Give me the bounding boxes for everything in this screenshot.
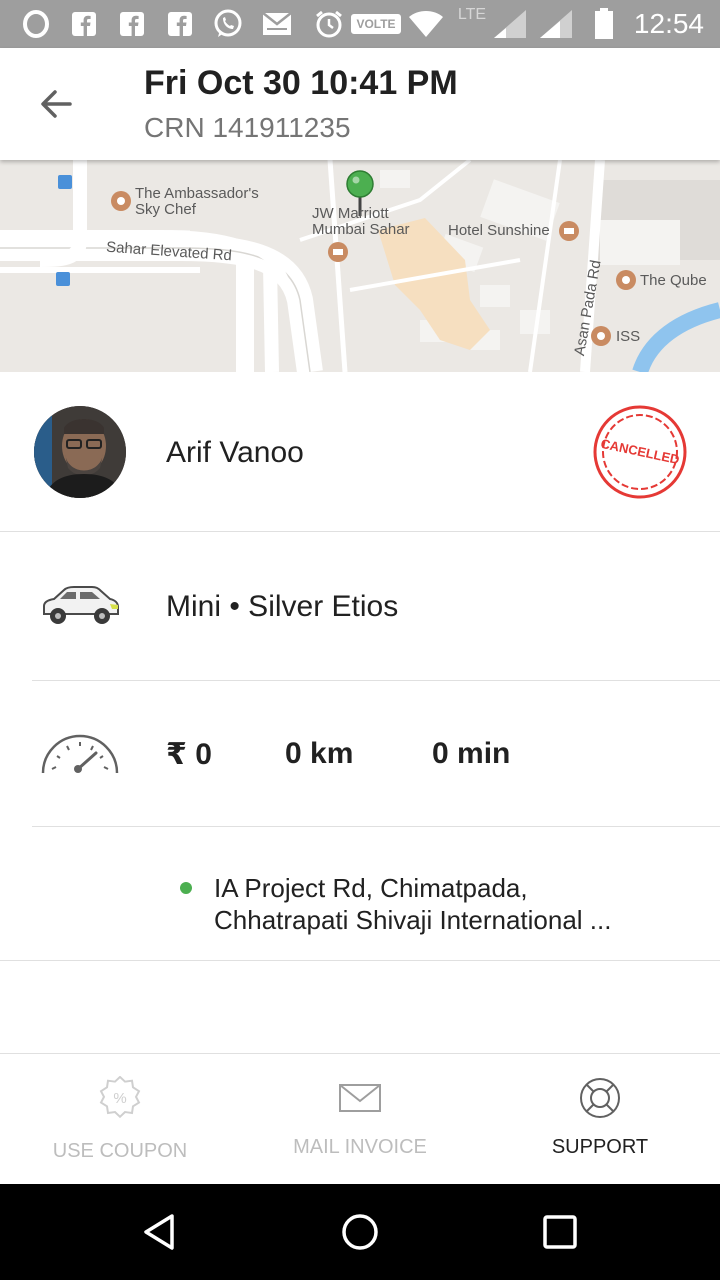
wifi-icon: [406, 0, 446, 48]
coupon-icon: %: [0, 1076, 240, 1122]
stamp-text: CANCELLED: [599, 436, 681, 467]
driver-name: Arif Vanoo: [166, 436, 304, 469]
svg-text:%: %: [113, 1090, 126, 1107]
use-coupon-button[interactable]: % USE COUPON: [0, 1054, 240, 1185]
mail-invoice-label: MAIL INVOICE: [293, 1136, 427, 1158]
system-nav-bar: [0, 1184, 720, 1280]
speedometer-icon: [40, 729, 120, 775]
home-circle-icon: [342, 1214, 378, 1250]
ride-datetime: Fri Oct 30 10:41 PM: [144, 64, 458, 102]
pickup-address-line1: IA Project Rd, Chimatpada,: [214, 873, 528, 903]
support-button[interactable]: SUPPORT: [480, 1054, 720, 1185]
map-label-hotel-sunshine: Hotel Sunshine: [448, 222, 550, 239]
facebook-icon: [116, 0, 148, 48]
arrow-back-icon: [41, 90, 72, 118]
map-label-ambassador: The Ambassador's: [135, 185, 259, 202]
envelope-icon: [240, 1076, 480, 1122]
driver-row: Arif Vanoo CANCELLED: [0, 372, 720, 532]
trip-duration: 0 min: [432, 737, 511, 770]
map-label-iss: ISS: [616, 328, 641, 345]
whatsapp-icon: [210, 0, 246, 48]
car-icon: [40, 584, 120, 628]
mail-icon: [260, 0, 294, 48]
vehicle-description: Mini • Silver Etios: [166, 590, 399, 623]
trip-summary-row: ₹ 0 0 km 0 min: [0, 681, 720, 827]
mail-invoice-button[interactable]: MAIL INVOICE: [240, 1054, 480, 1185]
trip-fare: ₹ 0: [166, 738, 212, 771]
use-coupon-label: USE COUPON: [52, 1140, 188, 1162]
trip-distance: 0 km: [285, 737, 354, 770]
vehicle-row: Mini • Silver Etios: [0, 532, 720, 681]
map-label-mumbai-sahar: Mumbai Sahar: [312, 221, 410, 238]
alarm-icon: [312, 0, 346, 48]
pickup-address-row: IA Project Rd, Chimatpada, Chhatrapati S…: [0, 827, 720, 961]
recents-square-icon: [543, 1215, 577, 1249]
volte-label: VOLTE: [351, 14, 401, 34]
ride-header: Fri Oct 30 10:41 PM CRN 141911235: [0, 48, 720, 160]
map-canvas: [0, 160, 720, 372]
lte-label: LTE: [457, 6, 487, 23]
pickup-dot-icon: [180, 882, 192, 894]
nav-back-button[interactable]: [136, 1208, 184, 1256]
driver-avatar: [34, 406, 126, 498]
facebook-icon: [164, 0, 196, 48]
lifebuoy-icon: [480, 1076, 720, 1122]
ride-actions-bar: % USE COUPON MAIL INVOICE SUPPORT: [0, 1053, 720, 1184]
volte-icon: VOLTE: [351, 0, 401, 48]
trip-map[interactable]: The Ambassador's Sky Chef JW Marriott Mu…: [0, 160, 720, 372]
opera-icon: [20, 0, 52, 48]
map-label-jw-marriott: JW Marriott: [312, 205, 389, 222]
status-bar: VOLTE LTE 12:54: [0, 0, 720, 48]
nav-recents-button[interactable]: [536, 1208, 584, 1256]
back-button[interactable]: [24, 76, 88, 132]
ride-crn: CRN 141911235: [144, 112, 351, 143]
back-triangle-icon: [144, 1214, 174, 1250]
battery-icon: [590, 0, 618, 48]
status-time: 12:54: [633, 8, 704, 39]
facebook-icon: [68, 0, 100, 48]
lte-indicator: LTE: [452, 0, 492, 48]
pickup-address-line2: Chhatrapati Shivaji International ...: [214, 905, 612, 935]
nav-home-button[interactable]: [336, 1208, 384, 1256]
signal-icon: [490, 0, 530, 48]
map-label-sky-chef: Sky Chef: [135, 201, 196, 218]
signal-icon: [536, 0, 576, 48]
cancelled-stamp: CANCELLED: [590, 402, 690, 502]
support-label: SUPPORT: [551, 1136, 649, 1158]
map-label-the-qube: The Qube: [640, 272, 707, 289]
